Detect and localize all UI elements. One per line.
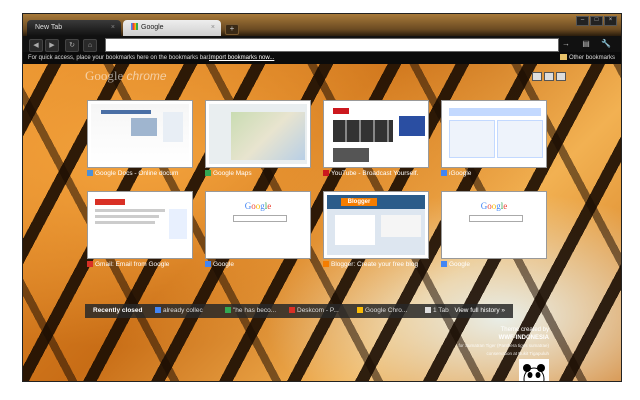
theme-credit: Theme created by WWF-INDONESIA for Sumat…: [458, 326, 549, 358]
thumbnail-title: Gmail: Email from Google: [95, 261, 170, 268]
page-favicon-icon: [225, 307, 231, 313]
list-view-icon[interactable]: [544, 72, 554, 81]
toolbar: ◀ ▶ ↻ ⌂ → ▤ 🔧: [23, 36, 621, 52]
tab-strip: New Tab × Google × + – □ ×: [23, 14, 621, 36]
logo-chrome: chrome: [126, 69, 167, 83]
thumbnail-igoogle[interactable]: [441, 100, 547, 168]
browser-window: New Tab × Google × + – □ × ◀ ▶ ↻ ⌂ → ▤ 🔧…: [22, 13, 622, 382]
close-window-button[interactable]: ×: [604, 16, 617, 26]
other-bookmarks-label: Other bookmarks: [568, 55, 615, 61]
page-menu-icon[interactable]: ▤: [581, 39, 591, 49]
thumbnail-title: iGoogle: [449, 170, 472, 177]
hide-icon[interactable]: [556, 72, 566, 81]
google-logo-mini: Google: [244, 201, 272, 211]
minimize-button[interactable]: –: [576, 16, 589, 26]
thumbnail-label[interactable]: iGoogle: [441, 170, 547, 177]
thumbnail-google-2[interactable]: Google: [441, 191, 547, 259]
page-favicon-icon: [155, 307, 161, 313]
thumbnail-label[interactable]: YouTube - Broadcast Yourself.: [323, 170, 429, 177]
thumbnail-google-maps[interactable]: [205, 100, 311, 168]
import-bookmarks-link[interactable]: Import bookmarks now...: [209, 52, 274, 64]
credit-org: WWF-INDONESIA: [498, 335, 549, 341]
page-favicon-icon: [289, 307, 295, 313]
forward-button[interactable]: ▶: [45, 39, 59, 52]
thumbnail-google-docs[interactable]: [87, 100, 193, 168]
thumbnail-gmail[interactable]: [87, 191, 193, 259]
thumbnail-blogger[interactable]: Blogger: [323, 191, 429, 259]
view-full-history-link[interactable]: View full history »: [455, 304, 505, 318]
layout-buttons: [532, 72, 566, 81]
google-chrome-logo: Google chrome: [85, 68, 167, 84]
tab-label: New Tab: [35, 24, 63, 31]
recent-item[interactable]: 1 Tab: [425, 304, 449, 318]
tab-label: Google: [141, 24, 164, 31]
thumbnail-title: Google Maps: [213, 170, 252, 177]
thumbnail-label[interactable]: Google: [441, 261, 547, 268]
recent-item[interactable]: "he has beco...: [225, 304, 276, 318]
folder-icon: [559, 54, 567, 60]
maps-favicon-icon: [205, 170, 211, 176]
docs-favicon-icon: [87, 170, 93, 176]
thumbnail-title: Blogger: Create your free blog: [331, 261, 419, 268]
wrench-icon[interactable]: 🔧: [601, 39, 611, 49]
recent-item[interactable]: Google Chro...: [357, 304, 407, 318]
credit-line: conservation at Bukit Tigapuluh: [486, 351, 549, 356]
logo-google: Google: [85, 68, 124, 83]
thumbnail-label[interactable]: Google Maps: [205, 170, 311, 177]
address-bar[interactable]: [105, 38, 559, 52]
new-tab-button[interactable]: +: [225, 24, 239, 35]
thumbnail-title: YouTube - Broadcast Yourself.: [331, 170, 419, 177]
thumbnail-view-icon[interactable]: [532, 72, 542, 81]
recently-closed-title: Recently closed: [93, 307, 143, 314]
igoogle-favicon-icon: [441, 170, 447, 176]
blogger-favicon-icon: [323, 261, 329, 267]
window-controls: – □ ×: [576, 16, 617, 26]
recently-closed-bar: Recently closed already collec "he has b…: [85, 304, 513, 318]
thumbnail-title: Google: [213, 261, 234, 268]
google-favicon-icon: [205, 261, 211, 267]
new-tab-page: Google chrome Google Docs - Online docum…: [23, 64, 621, 381]
credit-line: Theme created by: [500, 327, 549, 333]
thumbnail-google[interactable]: Google: [205, 191, 311, 259]
google-favicon-icon: [131, 23, 138, 30]
tab-google[interactable]: Google ×: [123, 20, 221, 36]
reload-button[interactable]: ↻: [65, 39, 79, 52]
page-favicon-icon: [357, 307, 363, 313]
bookmarks-bar: For quick access, place your bookmarks h…: [23, 52, 621, 64]
youtube-favicon-icon: [323, 170, 329, 176]
recent-item[interactable]: Deskcom - P...: [289, 304, 339, 318]
thumbnail-youtube[interactable]: [323, 100, 429, 168]
close-tab-icon[interactable]: ×: [211, 20, 215, 36]
home-button[interactable]: ⌂: [83, 39, 97, 52]
thumbnail-title: Google: [449, 261, 470, 268]
recent-item[interactable]: already collec: [155, 304, 203, 318]
credit-line: for Sumatran Tiger (Panthera tigris suma…: [458, 343, 549, 348]
thumbnail-title: Google Docs - Online docum: [95, 170, 179, 177]
google-logo-mini: Google: [480, 201, 508, 211]
go-arrow-icon[interactable]: →: [561, 39, 571, 49]
thumbnail-label[interactable]: Google: [205, 261, 311, 268]
tab-new-tab[interactable]: New Tab ×: [27, 20, 121, 36]
google-favicon-icon: [441, 261, 447, 267]
tab-icon: [425, 307, 431, 313]
close-tab-icon[interactable]: ×: [111, 20, 115, 36]
back-button[interactable]: ◀: [29, 39, 43, 52]
maximize-button[interactable]: □: [590, 16, 603, 26]
gmail-favicon-icon: [87, 261, 93, 267]
other-bookmarks[interactable]: Other bookmarks: [559, 52, 615, 64]
bookmarks-hint: For quick access, place your bookmarks h…: [28, 55, 210, 61]
thumbnail-label[interactable]: Gmail: Email from Google: [87, 261, 193, 268]
thumbnail-label[interactable]: Blogger: Create your free blog: [323, 261, 429, 268]
wwf-panda-logo: [519, 359, 549, 381]
thumbnail-label[interactable]: Google Docs - Online docum: [87, 170, 193, 177]
